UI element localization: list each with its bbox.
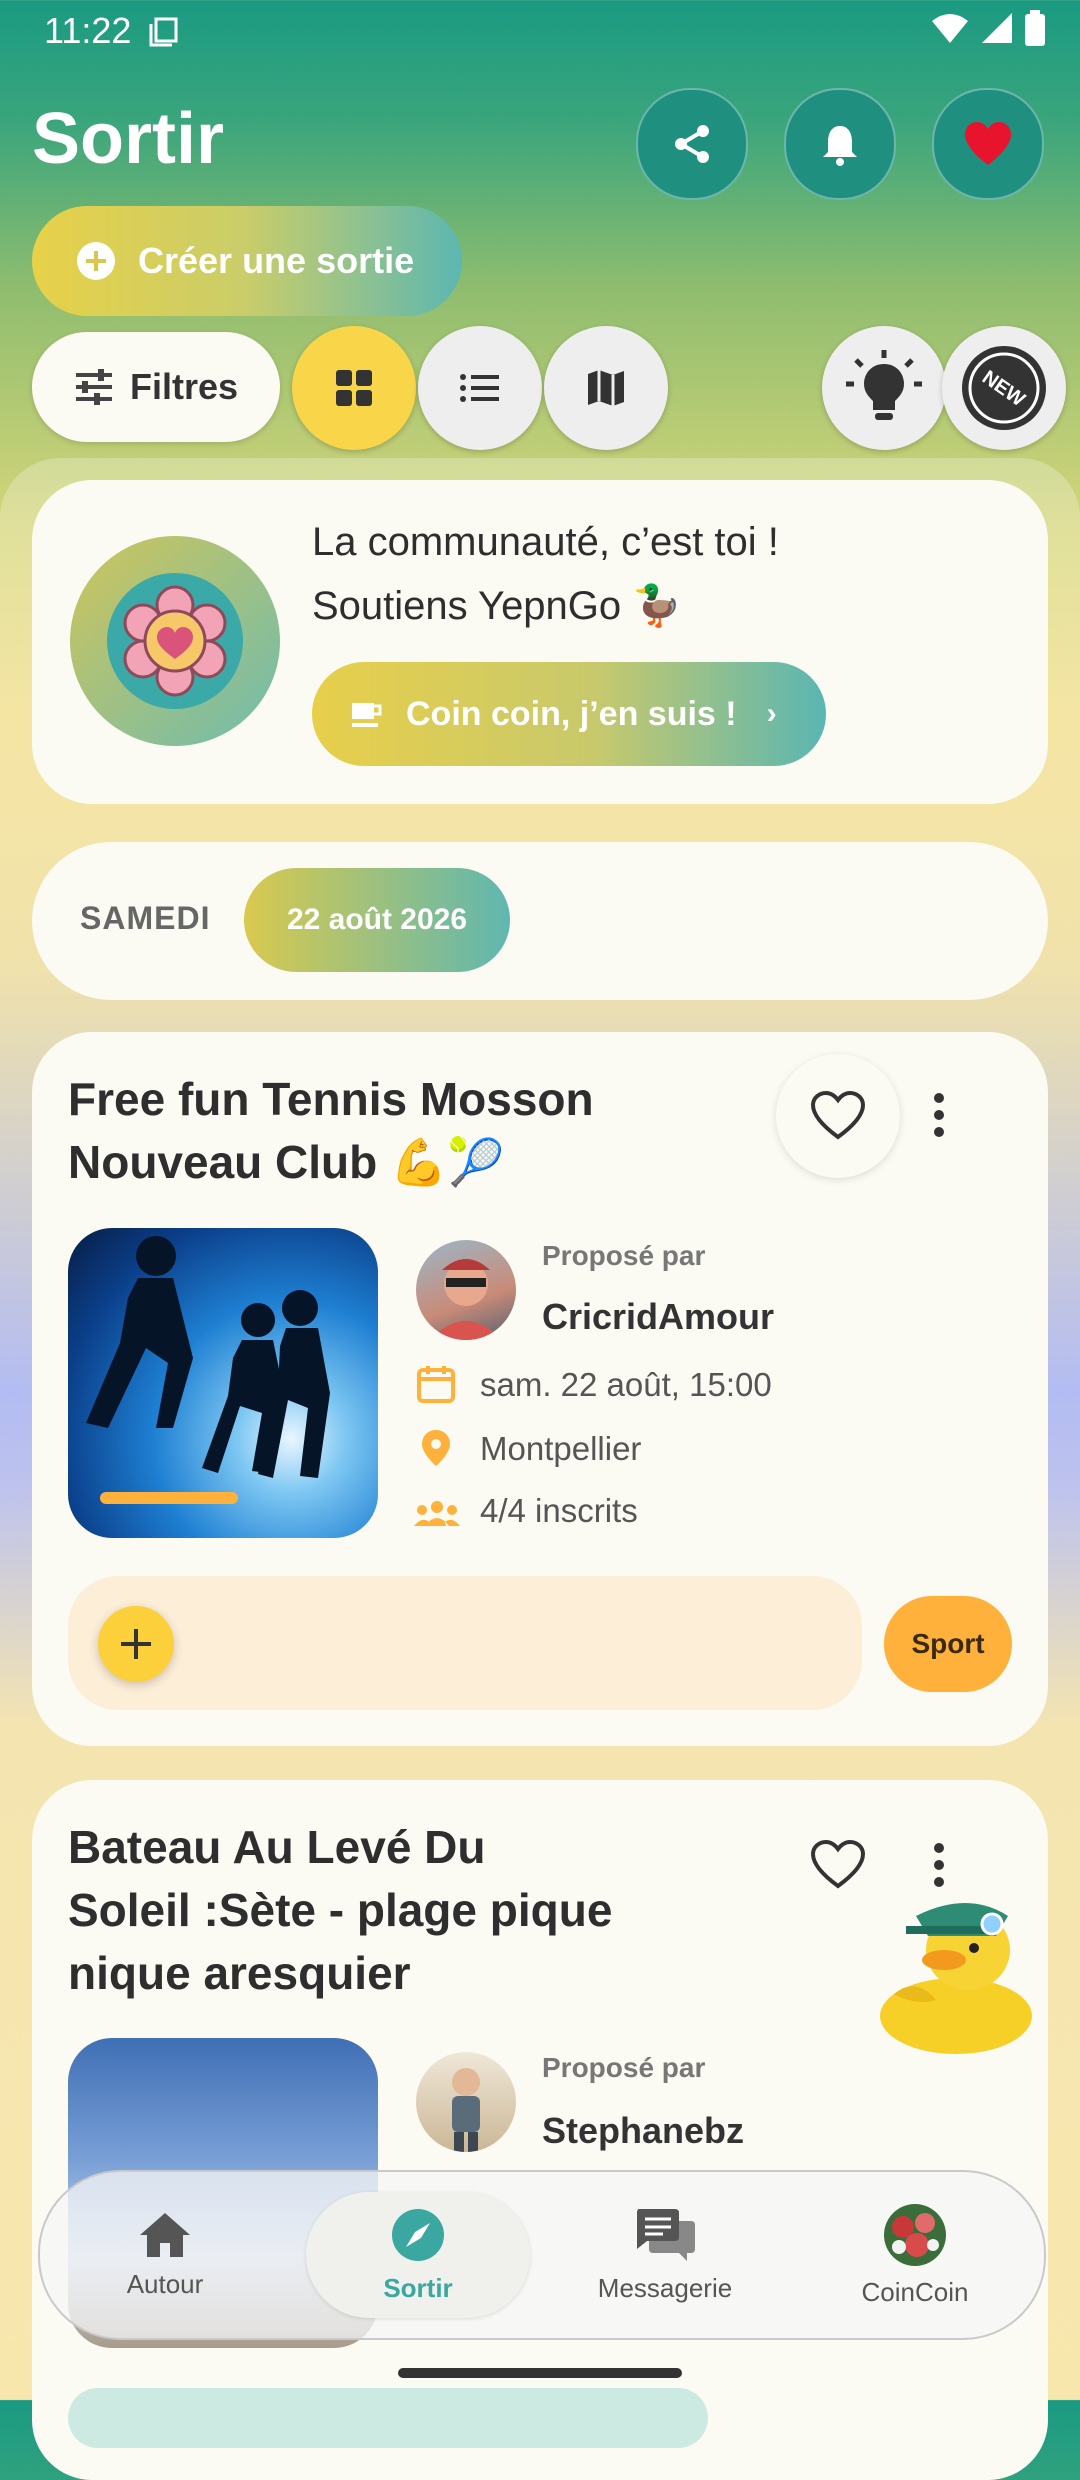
duck-mascot-icon bbox=[880, 1903, 1032, 2054]
organizer-avatar[interactable] bbox=[416, 1240, 516, 1340]
share-icon bbox=[675, 125, 709, 163]
event-title-line: Nouveau Club 💪🎾 bbox=[68, 1136, 505, 1188]
nav-item-sortir[interactable]: Sortir bbox=[293, 2172, 543, 2338]
community-badge bbox=[70, 536, 280, 746]
bell-icon bbox=[823, 126, 857, 166]
plus-icon bbox=[121, 1629, 151, 1659]
promo-line1: La communauté, c’est toi ! bbox=[312, 520, 779, 564]
event-card[interactable]: Free fun Tennis Mosson Nouveau Club 💪🎾 P… bbox=[32, 1032, 1048, 1746]
favorite-button[interactable] bbox=[810, 1839, 866, 1895]
nav-label: Sortir bbox=[383, 2272, 453, 2303]
location-pin-icon bbox=[420, 1428, 452, 1473]
event-title-line: Soleil :Sète - plage pique bbox=[68, 1884, 613, 1936]
nav-item-messagerie[interactable]: Messagerie bbox=[540, 2172, 790, 2338]
status-bar: 11:22 bbox=[0, 0, 1080, 62]
event-title: Bateau Au Levé Du Soleil :Sète - plage p… bbox=[68, 1816, 768, 2005]
favorite-button[interactable] bbox=[776, 1054, 900, 1178]
tips-button[interactable] bbox=[822, 326, 946, 450]
create-outing-label: Créer une sortie bbox=[138, 240, 415, 281]
nav-label: Autour bbox=[126, 2268, 204, 2299]
plus-circle-icon bbox=[77, 242, 115, 280]
event-attendees: 4/4 inscrits bbox=[480, 1492, 638, 1529]
support-button-label: Coin coin, j’en suis ! bbox=[406, 694, 737, 733]
create-outing-button[interactable]: Créer une sortie bbox=[32, 206, 462, 316]
chevron-right-icon: › bbox=[766, 697, 777, 730]
new-badge-icon: NEW bbox=[962, 346, 1046, 430]
more-vert-icon bbox=[934, 1093, 944, 1137]
more-options-button[interactable] bbox=[932, 1092, 946, 1143]
notifications-button[interactable] bbox=[784, 88, 896, 200]
signal-icon bbox=[982, 13, 1012, 43]
status-time: 11:22 bbox=[44, 10, 132, 51]
list-icon bbox=[460, 374, 499, 402]
home-icon bbox=[140, 2212, 190, 2257]
avatar-photo bbox=[452, 2068, 480, 2152]
chat-icon bbox=[637, 2208, 695, 2261]
grid-view-button[interactable] bbox=[292, 326, 416, 450]
nav-item-autour[interactable]: Autour bbox=[40, 2172, 290, 2338]
nav-label: CoinCoin bbox=[861, 2276, 969, 2307]
duck-mascot-button[interactable] bbox=[876, 1896, 1040, 2061]
join-button[interactable] bbox=[98, 1606, 174, 1682]
date-day: SAMEDI bbox=[80, 900, 211, 936]
event-title-line: Bateau Au Levé Du bbox=[68, 1821, 486, 1873]
list-view-button[interactable] bbox=[418, 326, 542, 450]
people-icon bbox=[414, 1500, 460, 1531]
event-title-line: Free fun Tennis Mosson bbox=[68, 1073, 594, 1125]
proposed-by-label: Proposé par bbox=[542, 1240, 706, 1271]
gesture-handle bbox=[398, 2368, 682, 2378]
promo-line2: Soutiens YepnGo 🦆 bbox=[312, 584, 683, 628]
image-progress-bar bbox=[100, 1492, 238, 1504]
heart-icon bbox=[965, 122, 1011, 165]
nav-label: Messagerie bbox=[597, 2272, 733, 2303]
battery-icon bbox=[1025, 10, 1045, 46]
bottom-nav: Autour Sortir Messagerie CoinCoin bbox=[38, 2170, 1046, 2340]
map-icon bbox=[588, 370, 624, 406]
status-icons bbox=[930, 10, 1046, 46]
organizer-name: CricridAmour bbox=[542, 1296, 775, 1337]
grid-icon bbox=[336, 370, 372, 406]
support-promo-card: La communauté, c’est toi ! Soutiens Yepn… bbox=[32, 480, 1048, 804]
event-location: Montpellier bbox=[480, 1430, 642, 1467]
nav-item-coincoin[interactable]: CoinCoin bbox=[790, 2172, 1040, 2338]
heart-outline-icon bbox=[810, 1091, 866, 1140]
event-image bbox=[68, 1228, 378, 1538]
compass-icon bbox=[392, 2208, 444, 2261]
screenshot-notification-icon bbox=[148, 16, 180, 53]
date-header: SAMEDI 22 août 2026 bbox=[32, 842, 1048, 1000]
wifi-icon bbox=[932, 14, 968, 43]
lightbulb-icon bbox=[846, 350, 922, 420]
tune-icon bbox=[75, 369, 112, 405]
calendar-icon bbox=[416, 1364, 456, 1409]
proposed-by-label: Proposé par bbox=[542, 2052, 706, 2083]
filters-label: Filtres bbox=[129, 366, 239, 407]
more-options-button[interactable] bbox=[932, 1842, 946, 1893]
support-button[interactable]: Coin coin, j’en suis ! › bbox=[312, 662, 826, 766]
flower-heart-icon bbox=[107, 573, 243, 709]
avatar-photo bbox=[430, 1259, 502, 1340]
organizer-avatar[interactable] bbox=[416, 2052, 516, 2152]
share-button[interactable] bbox=[636, 88, 748, 200]
heart-outline-icon bbox=[810, 1839, 866, 1889]
participants-row bbox=[68, 1576, 862, 1710]
coffee-cup-icon bbox=[352, 703, 382, 727]
map-view-button[interactable] bbox=[544, 326, 668, 450]
filters-button[interactable]: Filtres bbox=[32, 332, 280, 442]
card-footer-chip bbox=[68, 2388, 708, 2448]
coincoin-avatar bbox=[884, 2203, 946, 2266]
event-title-line: nique aresquier bbox=[68, 1947, 411, 1999]
event-title: Free fun Tennis Mosson Nouveau Club 💪🎾 bbox=[68, 1068, 768, 1194]
category-tag[interactable]: Sport bbox=[884, 1596, 1012, 1692]
event-datetime: sam. 22 août, 15:00 bbox=[480, 1366, 772, 1403]
organizer-name: Stephanebz bbox=[542, 2110, 745, 2151]
new-features-button[interactable]: NEW bbox=[942, 326, 1066, 450]
more-vert-icon bbox=[934, 1843, 944, 1887]
date-badge: 22 août 2026 bbox=[244, 868, 510, 972]
page-title: Sortir bbox=[32, 99, 225, 179]
favorites-button[interactable] bbox=[932, 88, 1044, 200]
